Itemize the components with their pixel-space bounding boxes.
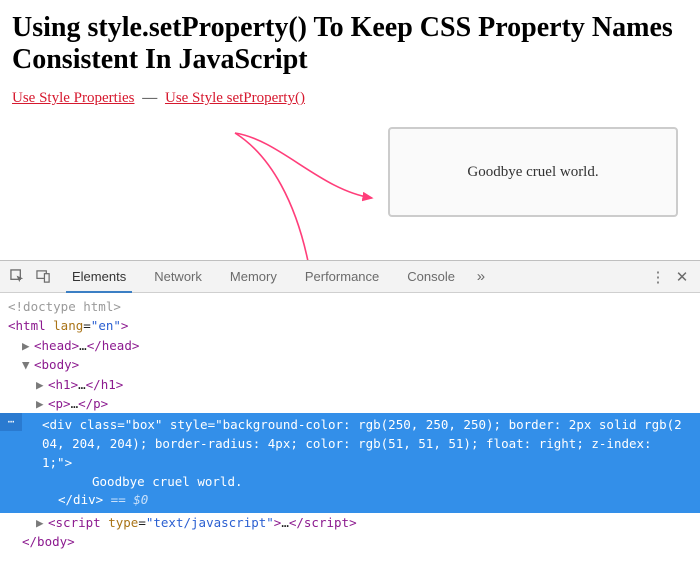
- dom-selected-text: Goodbye cruel world.: [8, 473, 692, 492]
- device-toolbar-icon[interactable]: [32, 266, 54, 288]
- demo-links: Use Style Properties — Use Style setProp…: [12, 90, 688, 107]
- demo-box-text: Goodbye cruel world.: [467, 164, 598, 181]
- dom-script[interactable]: ▶<script type="text/javascript">…</scrip…: [8, 513, 700, 532]
- dom-body-open[interactable]: ▼<body>: [8, 355, 700, 374]
- dom-doctype: <!doctype html>: [8, 297, 700, 316]
- breadcrumb-ellipsis-icon: ⋯: [0, 413, 22, 431]
- tab-console[interactable]: Console: [393, 261, 469, 292]
- dom-body-close[interactable]: </body>: [8, 532, 700, 551]
- tab-elements[interactable]: Elements: [58, 261, 140, 292]
- dom-h1[interactable]: ▶<h1>…</h1>: [8, 375, 700, 394]
- devtools-menu-icon[interactable]: ⋮: [646, 268, 670, 286]
- dom-html-open[interactable]: <html lang="en">: [8, 316, 700, 335]
- dom-selected-node[interactable]: ⋯ <div class="box" style="background-col…: [0, 413, 700, 513]
- use-set-property-link[interactable]: Use Style setProperty(): [165, 90, 305, 106]
- dom-p[interactable]: ▶<p>…</p>: [8, 394, 700, 413]
- use-style-properties-link[interactable]: Use Style Properties: [12, 90, 134, 106]
- demo-box: Goodbye cruel world.: [388, 127, 678, 217]
- dom-selected-open: <div class="box" style="background-color…: [8, 416, 692, 472]
- demo-area: Goodbye cruel world.: [12, 117, 688, 227]
- dom-head[interactable]: ▶<head>…</head>: [8, 336, 700, 355]
- devtools-panel: Elements Network Memory Performance Cons…: [0, 260, 700, 565]
- devtools-close-icon[interactable]: ✕: [670, 268, 694, 286]
- dom-selected-close: </div> == $0: [8, 491, 692, 510]
- tab-memory[interactable]: Memory: [216, 261, 291, 292]
- page-title: Using style.setProperty() To Keep CSS Pr…: [12, 12, 688, 76]
- dom-tree[interactable]: <!doctype html> <html lang="en"> ▶<head>…: [0, 293, 700, 565]
- devtools-tabbar: Elements Network Memory Performance Cons…: [0, 261, 700, 293]
- link-separator: —: [142, 90, 157, 106]
- tabs-overflow-icon[interactable]: »: [469, 268, 493, 285]
- tab-performance[interactable]: Performance: [291, 261, 393, 292]
- tab-network[interactable]: Network: [140, 261, 216, 292]
- inspect-element-icon[interactable]: [6, 266, 28, 288]
